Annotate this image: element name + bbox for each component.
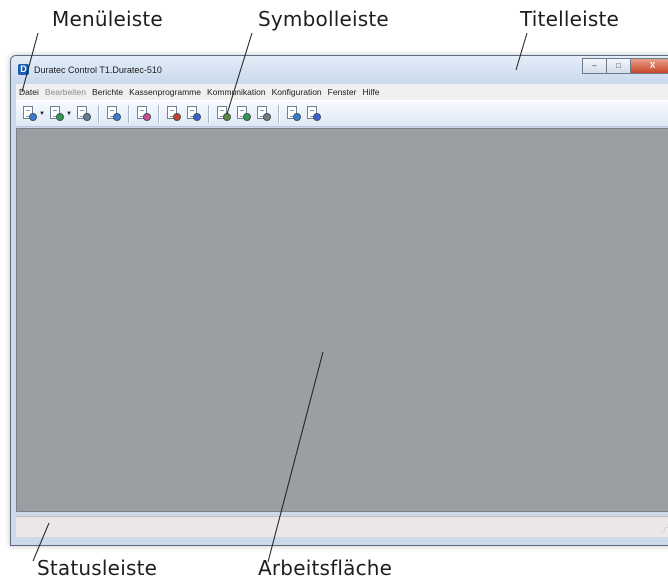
workspace[interactable] — [16, 128, 668, 512]
calendar-icon[interactable] — [106, 105, 122, 123]
app-window: D Duratec Control T1.Duratec-510 – □ X D… — [10, 55, 668, 546]
edit-icon[interactable] — [136, 105, 152, 123]
menu-item-kommunikation[interactable]: Kommunikation — [204, 87, 269, 97]
menu-item-hilfe[interactable]: Hilfe — [359, 87, 382, 97]
open-doc-icon[interactable] — [49, 105, 65, 123]
close-button[interactable]: X — [630, 58, 668, 74]
calc-icon[interactable] — [76, 105, 92, 123]
menu-item-fenster[interactable]: Fenster — [325, 87, 360, 97]
toolbar-separator — [127, 104, 130, 123]
toolbar-separator — [97, 104, 100, 123]
print-icon[interactable] — [286, 105, 302, 123]
signal-icon[interactable] — [306, 105, 322, 123]
receive-icon[interactable] — [186, 105, 202, 123]
chevron-down-icon[interactable]: ▼ — [66, 111, 72, 117]
menu-item-bearbeiten[interactable]: Bearbeiten — [42, 87, 89, 97]
toolbar-separator — [157, 104, 160, 123]
app-logo-icon: D — [18, 64, 29, 75]
callout-toolbar: Symbolleiste — [258, 7, 389, 31]
status-bar: ⋰ — [16, 516, 668, 537]
callout-title-bar: Titelleiste — [520, 7, 620, 31]
send-icon[interactable] — [166, 105, 182, 123]
window-controls: – □ X — [582, 58, 668, 74]
toolbar-separator — [277, 104, 280, 123]
new-doc-icon[interactable] — [22, 105, 38, 123]
maximize-button[interactable]: □ — [606, 58, 631, 74]
toolbar: ▼ ▼ — [16, 100, 668, 127]
window-title: Duratec Control T1.Duratec-510 — [34, 65, 162, 75]
callout-status-bar: Statusleiste — [37, 556, 158, 580]
minimize-button[interactable]: – — [582, 58, 607, 74]
menu-item-berichte[interactable]: Berichte — [89, 87, 126, 97]
menu-item-kassenprogramme[interactable]: Kassenprogramme — [126, 87, 204, 97]
title-bar[interactable]: D Duratec Control T1.Duratec-510 – □ X — [11, 56, 668, 84]
menu-bar: Datei Bearbeiten Berichte Kassenprogramme Ko… — [16, 84, 668, 100]
settings-icon[interactable] — [256, 105, 272, 123]
toolbar-separator — [207, 104, 210, 123]
report-icon[interactable] — [216, 105, 232, 123]
menu-item-konfiguration[interactable]: Konfiguration — [269, 87, 325, 97]
transfer-icon[interactable] — [236, 105, 252, 123]
callout-workspace: Arbeitsfläche — [258, 556, 393, 580]
menu-item-datei[interactable]: Datei — [16, 87, 42, 97]
callout-menu-bar: Menüleiste — [52, 7, 163, 31]
chevron-down-icon[interactable]: ▼ — [39, 111, 45, 117]
resize-grip-icon[interactable]: ⋰ — [661, 526, 668, 534]
